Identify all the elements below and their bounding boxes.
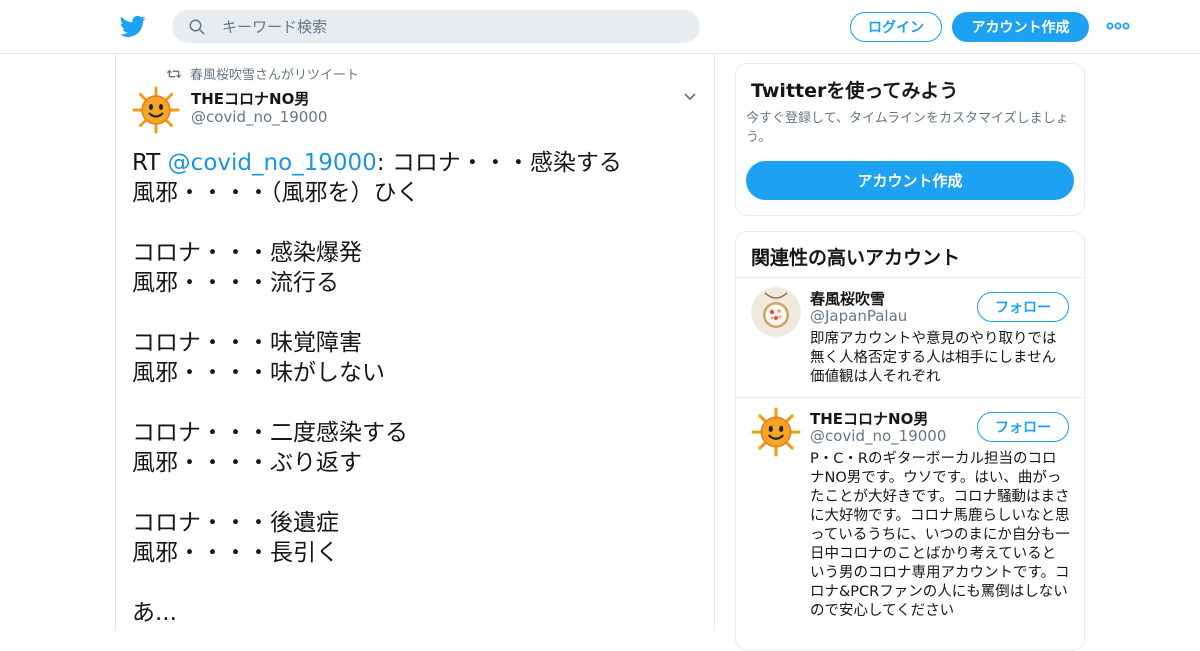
related-account-item[interactable]: THEコロナNO男 @covid_no_19000 フォロー P・C・Rのギター… xyxy=(736,398,1084,650)
related-accounts-card: 関連性の高いアカウント 春風桜吹雪 @JapanPalau フォロー 即席アカウ… xyxy=(735,231,1085,651)
tweet-text-body: : コロナ・・・感染する 風邪・・・・（風邪を）ひく コロナ・・・感染爆発 風邪… xyxy=(132,150,622,626)
retweet-context[interactable]: 春風桜吹雪さんがリツイート xyxy=(166,64,359,83)
retweet-icon xyxy=(166,69,182,78)
related-account-handle[interactable]: @JapanPalau xyxy=(810,307,907,325)
pendant-avatar[interactable] xyxy=(751,287,801,337)
related-account-handle[interactable]: @covid_no_19000 xyxy=(810,427,946,445)
follow-button[interactable]: フォロー xyxy=(977,292,1069,322)
tweet-mention-link[interactable]: @covid_no_19000 xyxy=(168,150,377,176)
more-dots-icon[interactable] xyxy=(1106,19,1130,33)
related-account-item[interactable]: 春風桜吹雪 @JapanPalau フォロー 即席アカウントや意見のやり取りでは… xyxy=(736,278,1084,398)
tweet-text-prefix: RT xyxy=(132,150,168,176)
follow-button[interactable]: フォロー xyxy=(977,412,1069,442)
signup-promo-description: 今すぐ登録して、タイムラインをカスタマイズしましょう。 xyxy=(746,111,1069,145)
retweet-context-label: 春風桜吹雪さんがリツイート xyxy=(190,68,360,83)
top-nav-bar: ログイン アカウント作成 xyxy=(0,0,1200,54)
twitter-bird-icon[interactable] xyxy=(120,13,146,39)
signup-promo-title: Twitterを使ってみよう xyxy=(751,80,959,102)
search-icon xyxy=(189,19,205,35)
tweet-author-name[interactable]: THEコロナNO男 xyxy=(191,88,309,109)
search-box xyxy=(172,10,700,43)
tweet-author-handle[interactable]: @covid_no_19000 xyxy=(191,108,327,126)
signup-promo-card: Twitterを使ってみよう 今すぐ登録して、タイムラインをカスタマイズしましょ… xyxy=(735,63,1085,216)
related-account-bio: P・C・Rのギターボーカル担当のコロナNO男です。ウソです。はい、曲がったことが… xyxy=(810,451,1070,619)
sun-face-avatar[interactable] xyxy=(132,86,180,134)
sun-face-avatar[interactable] xyxy=(751,407,801,457)
signup-button[interactable]: アカウント作成 xyxy=(952,12,1089,42)
search-input[interactable] xyxy=(222,10,682,43)
signup-promo-button[interactable]: アカウント作成 xyxy=(746,161,1074,200)
related-account-bio: 即席アカウントや意見のやり取りでは無く人格否定する人は相手にしません価値観は人そ… xyxy=(810,331,1057,385)
login-button[interactable]: ログイン xyxy=(850,12,942,42)
chevron-down-icon[interactable] xyxy=(682,90,698,104)
related-account-name[interactable]: THEコロナNO男 xyxy=(810,408,928,429)
related-account-name[interactable]: 春風桜吹雪 xyxy=(810,288,885,309)
tweet-timeline: 春風桜吹雪さんがリツイート THEコロナNO男 @covid_no_19000 … xyxy=(115,54,715,630)
related-accounts-title: 関連性の高いアカウント xyxy=(751,247,961,269)
tweet-text: RT @covid_no_19000: コロナ・・・感染する 風邪・・・・（風邪… xyxy=(132,148,692,628)
